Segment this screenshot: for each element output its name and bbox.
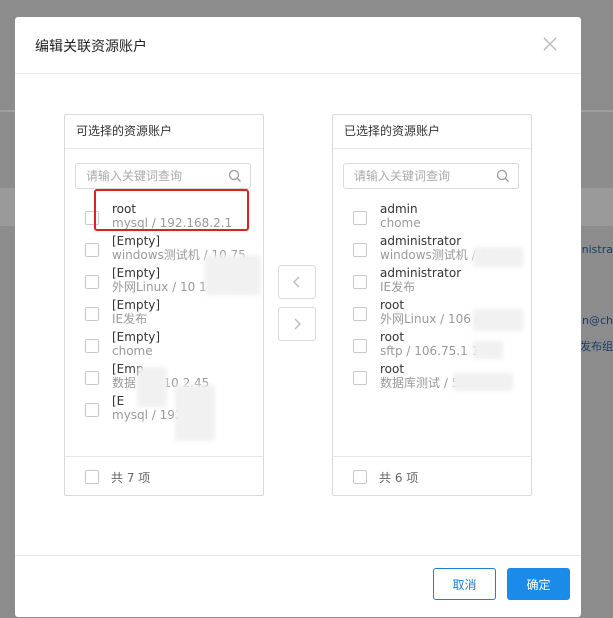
panel-footer: 共 6 项 — [333, 456, 531, 495]
item-sub: chome — [112, 344, 153, 358]
available-accounts-panel: 可选择的资源账户 root mysql / 192.168.2.1 [Empty… — [64, 114, 264, 496]
modal-footer: 取消 确定 — [15, 555, 581, 618]
redaction-blur — [175, 385, 215, 441]
search-icon[interactable] — [496, 169, 510, 183]
backdrop-text: n@ch — [582, 314, 613, 327]
item-name: root — [112, 202, 137, 216]
item-sub: chome — [380, 216, 421, 230]
list-item[interactable]: administrator IE发布 — [333, 265, 531, 297]
backdrop-text: 发布组 — [580, 340, 613, 353]
list-item[interactable]: [Empty] IE发布 — [65, 297, 263, 329]
item-name: [E — [112, 394, 125, 408]
move-right-button[interactable] — [278, 307, 316, 341]
search-icon[interactable] — [228, 169, 242, 183]
select-all-checkbox[interactable] — [85, 470, 99, 484]
item-sub: mysql / 192.168.2.1 — [112, 216, 233, 230]
backdrop-text: nistra — [581, 243, 613, 256]
item-checkbox[interactable] — [85, 371, 99, 385]
item-checkbox[interactable] — [85, 307, 99, 321]
item-checkbox[interactable] — [85, 243, 99, 257]
item-checkbox[interactable] — [353, 339, 367, 353]
item-sub: sftp / 106.75.1 16 — [380, 344, 487, 358]
move-left-button[interactable] — [278, 265, 316, 299]
account-list: admin chome administrator windows测试机 / 7… — [333, 201, 531, 393]
search-input[interactable] — [76, 164, 226, 188]
confirm-button[interactable]: 确定 — [507, 568, 570, 600]
item-checkbox[interactable] — [353, 211, 367, 225]
item-name: administrator — [380, 234, 462, 248]
list-item[interactable]: admin chome — [333, 201, 531, 233]
item-checkbox[interactable] — [353, 243, 367, 257]
item-checkbox[interactable] — [353, 307, 367, 321]
panel-title: 已选择的资源账户 — [333, 115, 531, 149]
edit-accounts-modal: 编辑关联资源账户 可选择的资源账户 root mysql / 192.168.2… — [15, 17, 581, 617]
item-name: [Empty] — [112, 330, 161, 344]
list-item[interactable]: [Empty] chome — [65, 329, 263, 361]
item-count: 共 7 项 — [111, 471, 151, 485]
modal-header: 编辑关联资源账户 — [15, 17, 581, 74]
selected-accounts-panel: 已选择的资源账户 admin chome administrator windo… — [332, 114, 532, 496]
redaction-blur — [453, 373, 513, 391]
list-item[interactable]: root mysql / 192.168.2.1 — [65, 201, 263, 233]
search-box — [75, 163, 251, 189]
item-checkbox[interactable] — [353, 275, 367, 289]
cancel-button[interactable]: 取消 — [433, 568, 496, 600]
chevron-left-icon — [293, 276, 300, 288]
item-name: root — [380, 362, 405, 376]
search-input[interactable] — [344, 164, 494, 188]
item-sub: IE发布 — [380, 280, 416, 294]
item-checkbox[interactable] — [85, 403, 99, 417]
redaction-blur — [137, 367, 167, 407]
item-name: administrator — [380, 266, 462, 280]
item-name: [Empty] — [112, 266, 161, 280]
chevron-right-icon — [294, 318, 301, 330]
item-name: root — [380, 298, 405, 312]
redaction-blur — [473, 247, 523, 267]
item-checkbox[interactable] — [85, 211, 99, 225]
modal-title: 编辑关联资源账户 — [35, 39, 147, 55]
item-name: [Empty] — [112, 234, 161, 248]
redaction-blur — [473, 309, 523, 331]
redaction-blur — [473, 341, 503, 359]
item-checkbox[interactable] — [353, 371, 367, 385]
item-name: [Empty] — [112, 298, 161, 312]
panel-title: 可选择的资源账户 — [65, 115, 263, 149]
close-icon[interactable] — [541, 35, 559, 53]
panel-footer: 共 7 项 — [65, 456, 263, 495]
item-checkbox[interactable] — [85, 275, 99, 289]
item-checkbox[interactable] — [85, 339, 99, 353]
item-count: 共 6 项 — [379, 471, 419, 485]
select-all-checkbox[interactable] — [353, 470, 367, 484]
item-sub: IE发布 — [112, 312, 148, 326]
redaction-blur — [205, 255, 261, 295]
item-name: root — [380, 330, 405, 344]
item-name: admin — [380, 202, 418, 216]
search-box — [343, 163, 519, 189]
